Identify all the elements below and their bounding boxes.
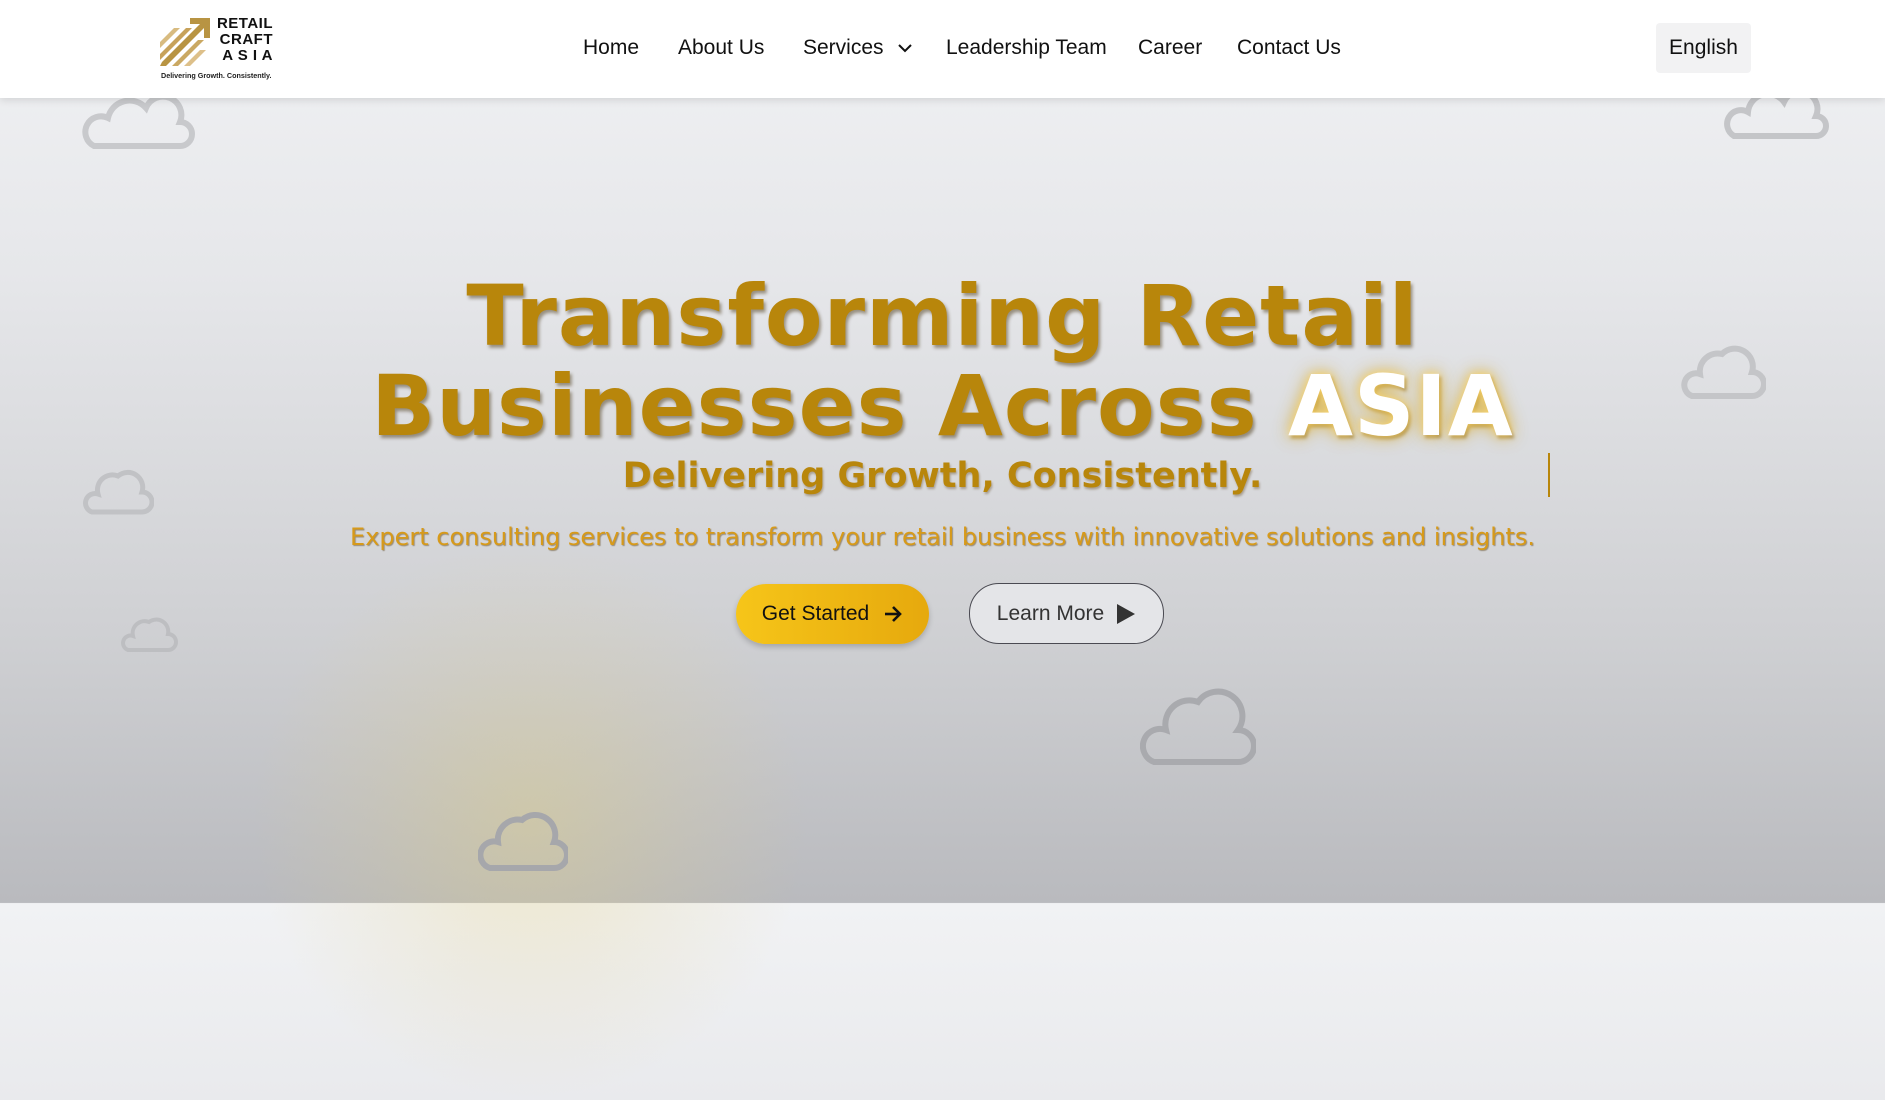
play-icon <box>1117 603 1136 624</box>
navbar: RETAIL CRAFT A S I A Delivering Growth. … <box>0 0 1885 98</box>
logo-line-3: A S I A <box>222 47 273 64</box>
nav-item-leadership-team[interactable]: Leadership Team <box>946 36 1107 60</box>
chevron-down-icon <box>898 44 913 53</box>
hero-subtitle: Delivering Growth, Consistently. <box>622 456 1263 496</box>
hero-title-highlight: ASIA <box>1288 357 1514 455</box>
nav-item-career[interactable]: Career <box>1138 36 1202 60</box>
hero-title-line-2: Businesses Across ASIA <box>0 358 1885 454</box>
logo-line-1: RETAIL <box>216 15 273 32</box>
nav-item-services[interactable]: Services <box>803 36 913 60</box>
typing-cursor <box>1548 453 1550 497</box>
learn-more-button[interactable]: Learn More <box>969 583 1164 644</box>
cloud-icon <box>121 617 178 652</box>
logo-arrows-icon <box>160 18 210 66</box>
language-selector[interactable]: English <box>1656 23 1751 73</box>
arrow-right-icon <box>885 606 903 622</box>
nav-item-services-label: Services <box>803 36 884 59</box>
hero-description: Expert consulting services to transform … <box>350 523 1535 551</box>
nav-item-contact-us[interactable]: Contact Us <box>1237 36 1341 60</box>
get-started-label: Get Started <box>761 602 870 625</box>
get-started-button[interactable]: Get Started <box>736 584 929 644</box>
cloud-icon <box>82 96 195 149</box>
logo-wordmark: RETAIL CRAFT A S I A <box>215 16 273 64</box>
logo[interactable]: RETAIL CRAFT A S I A Delivering Growth. … <box>160 16 276 82</box>
hero-title-line-1: Transforming Retail <box>466 267 1419 365</box>
cloud-icon <box>478 811 568 871</box>
nav-item-about-us[interactable]: About Us <box>678 36 764 60</box>
logo-line-2: CRAFT <box>219 31 273 48</box>
nav-item-home[interactable]: Home <box>583 36 639 60</box>
cloud-icon <box>1140 688 1256 765</box>
hero-title-text: Businesses Across <box>371 357 1258 455</box>
logo-tagline: Delivering Growth. Consistently. <box>161 71 272 80</box>
learn-more-label: Learn More <box>996 601 1105 625</box>
